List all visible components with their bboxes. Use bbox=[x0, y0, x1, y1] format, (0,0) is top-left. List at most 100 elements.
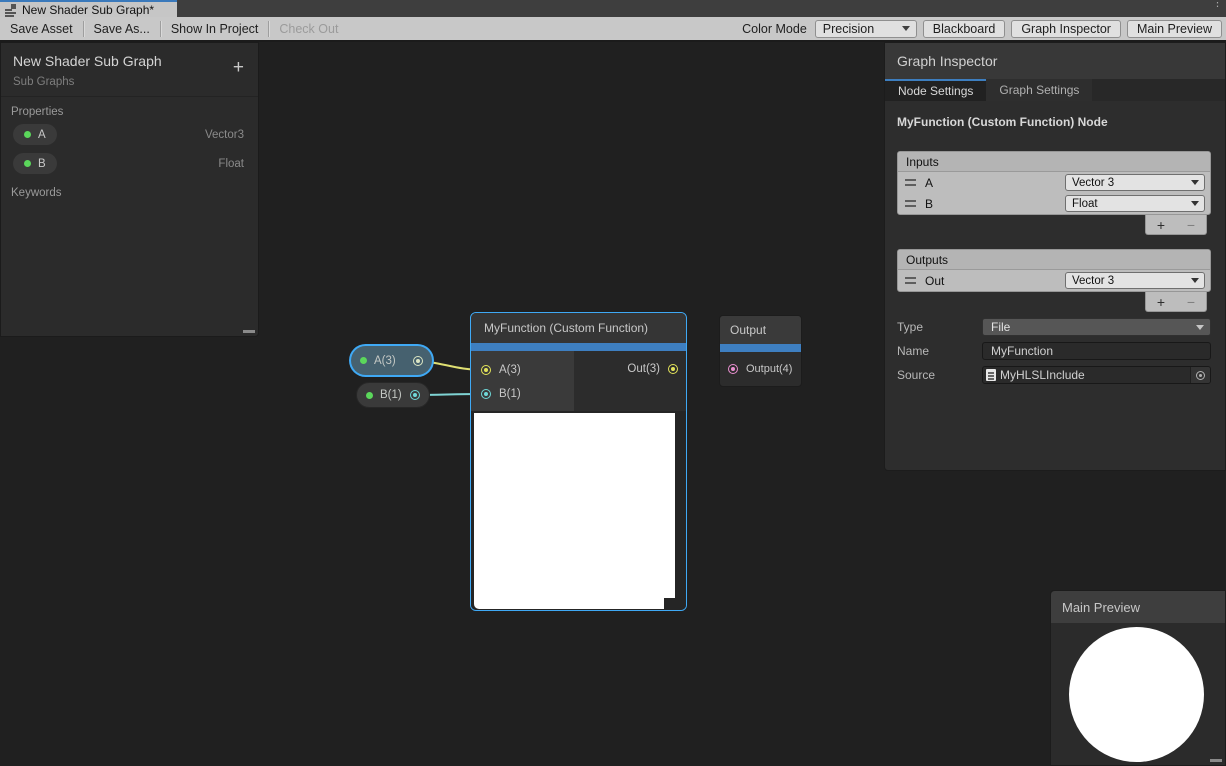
exposed-dot-icon bbox=[360, 357, 367, 364]
blackboard-property-a[interactable]: A Vector3 bbox=[1, 120, 258, 149]
input-a-type-value: Vector 3 bbox=[1072, 177, 1114, 189]
save-asset-button[interactable]: Save Asset bbox=[0, 17, 83, 40]
color-mode-value: Precision bbox=[823, 22, 874, 36]
properties-section-label: Properties bbox=[1, 97, 258, 120]
toolbar-left: Save Asset Save As... Show In Project Ch… bbox=[0, 17, 348, 40]
toolbar: Save Asset Save As... Show In Project Ch… bbox=[0, 17, 1226, 42]
source-object-field[interactable]: MyHLSLInclude bbox=[982, 366, 1211, 384]
node-heading: MyFunction (Custom Function) Node bbox=[897, 115, 1211, 129]
source-label: Source bbox=[897, 368, 982, 382]
property-pill[interactable]: A bbox=[13, 124, 57, 145]
name-input[interactable]: MyFunction bbox=[982, 342, 1211, 360]
output-port-out[interactable]: Out(3) bbox=[627, 363, 678, 375]
node-preview-image bbox=[474, 413, 675, 609]
main-preview-body[interactable] bbox=[1051, 623, 1225, 765]
preview-resize-corner[interactable] bbox=[664, 598, 675, 609]
window-tab-strip: New Shader Sub Graph* ⋮ bbox=[0, 0, 1226, 17]
blackboard-property-b[interactable]: B Float bbox=[1, 149, 258, 178]
input-b-type-dropdown[interactable]: Float bbox=[1065, 195, 1205, 212]
toolbar-right: Color Mode Precision Blackboard Graph In… bbox=[742, 17, 1226, 40]
custom-function-node-title[interactable]: MyFunction (Custom Function) bbox=[471, 313, 686, 343]
port-icon[interactable] bbox=[668, 364, 678, 374]
node-preview-area bbox=[471, 411, 686, 611]
exposed-dot-icon bbox=[366, 392, 373, 399]
inputs-row-a[interactable]: A Vector 3 bbox=[898, 172, 1210, 193]
source-field-row: Source MyHLSLInclude bbox=[897, 366, 1211, 384]
chevron-down-icon bbox=[1196, 325, 1204, 330]
output-name: Out bbox=[925, 274, 944, 288]
blackboard-subtitle: Sub Graphs bbox=[13, 76, 246, 88]
output-node-title[interactable]: Output bbox=[720, 316, 801, 344]
blackboard-header: New Shader Sub Graph Sub Graphs + bbox=[1, 43, 258, 97]
outputs-list-footer: + − bbox=[897, 292, 1207, 312]
input-name: A bbox=[925, 176, 933, 190]
source-value: MyHLSLInclude bbox=[1000, 368, 1085, 382]
chevron-down-icon bbox=[902, 26, 910, 31]
drag-handle-icon[interactable] bbox=[905, 200, 916, 207]
precision-bar bbox=[471, 343, 686, 351]
drag-handle-icon[interactable] bbox=[905, 277, 916, 284]
inputs-list-header: Inputs bbox=[898, 152, 1210, 172]
property-node-b-label: B(1) bbox=[380, 389, 402, 401]
port-icon[interactable] bbox=[728, 364, 738, 374]
save-as-button[interactable]: Save As... bbox=[84, 17, 160, 40]
document-icon bbox=[986, 369, 996, 381]
tab-graph-settings[interactable]: Graph Settings bbox=[986, 79, 1092, 101]
add-property-button[interactable]: + bbox=[233, 59, 244, 77]
panel-resize-handle[interactable] bbox=[1210, 759, 1222, 762]
property-pill[interactable]: B bbox=[13, 153, 57, 174]
blackboard-toggle-button[interactable]: Blackboard bbox=[923, 20, 1006, 38]
outputs-list: Outputs Out Vector 3 bbox=[897, 249, 1211, 292]
main-preview-toggle-button[interactable]: Main Preview bbox=[1127, 20, 1222, 38]
outputs-row-out[interactable]: Out Vector 3 bbox=[898, 270, 1210, 291]
property-node-b[interactable]: B(1) bbox=[356, 382, 430, 408]
input-port-b[interactable]: B(1) bbox=[481, 388, 521, 400]
panel-resize-handle[interactable] bbox=[243, 330, 255, 333]
property-node-b-port[interactable] bbox=[410, 390, 420, 400]
inputs-row-b[interactable]: B Float bbox=[898, 193, 1210, 214]
graph-inspector-title[interactable]: Graph Inspector bbox=[885, 43, 1225, 79]
type-dropdown[interactable]: File bbox=[982, 318, 1211, 336]
add-output-button[interactable]: + bbox=[1146, 292, 1176, 311]
blackboard-title: New Shader Sub Graph bbox=[13, 53, 246, 69]
type-value: File bbox=[991, 320, 1010, 334]
property-name: A bbox=[38, 129, 46, 141]
color-mode-dropdown[interactable]: Precision bbox=[815, 20, 917, 38]
input-b-type-value: Float bbox=[1072, 198, 1098, 210]
input-port-a[interactable]: A(3) bbox=[481, 364, 521, 376]
add-input-button[interactable]: + bbox=[1146, 215, 1176, 234]
property-node-a-port[interactable] bbox=[413, 356, 423, 366]
type-field-row: Type File bbox=[897, 318, 1211, 336]
main-preview-title[interactable]: Main Preview bbox=[1051, 591, 1225, 623]
tab-node-settings[interactable]: Node Settings bbox=[885, 79, 986, 101]
name-label: Name bbox=[897, 344, 982, 358]
document-tab[interactable]: New Shader Sub Graph* bbox=[0, 0, 177, 17]
port-icon[interactable] bbox=[481, 389, 491, 399]
input-a-type-dropdown[interactable]: Vector 3 bbox=[1065, 174, 1205, 191]
object-picker-button[interactable] bbox=[1190, 367, 1210, 383]
drag-handle-icon[interactable] bbox=[905, 179, 916, 186]
name-value: MyFunction bbox=[991, 344, 1053, 358]
port-icon[interactable] bbox=[481, 365, 491, 375]
show-in-project-button[interactable]: Show In Project bbox=[161, 17, 269, 40]
node-inputs-column bbox=[471, 351, 574, 411]
property-node-a[interactable]: A(3) bbox=[351, 346, 432, 375]
color-mode-label: Color Mode bbox=[742, 22, 807, 36]
custom-function-node[interactable]: MyFunction (Custom Function) A(3) B(1) O… bbox=[470, 312, 687, 611]
chevron-down-icon bbox=[1191, 180, 1199, 185]
remove-input-button[interactable]: − bbox=[1176, 215, 1206, 234]
input-name: B bbox=[925, 197, 933, 211]
input-port-b-label: B(1) bbox=[499, 388, 521, 400]
document-tab-title: New Shader Sub Graph* bbox=[22, 3, 154, 17]
graph-inspector-toggle-button[interactable]: Graph Inspector bbox=[1011, 20, 1121, 38]
window-menu-icon[interactable]: ⋮ bbox=[1212, 1, 1218, 6]
shader-graph-icon bbox=[5, 4, 17, 16]
remove-output-button[interactable]: − bbox=[1176, 292, 1206, 311]
output-node-port-label: Output(4) bbox=[746, 363, 792, 375]
output-type-dropdown[interactable]: Vector 3 bbox=[1065, 272, 1205, 289]
output-node-port[interactable]: Output(4) bbox=[728, 363, 792, 375]
output-node[interactable]: Output Output(4) bbox=[719, 315, 802, 387]
main-preview-panel: Main Preview bbox=[1050, 590, 1226, 766]
circle-dot-icon bbox=[1196, 371, 1205, 380]
inspector-tabs: Node Settings Graph Settings bbox=[885, 79, 1225, 101]
